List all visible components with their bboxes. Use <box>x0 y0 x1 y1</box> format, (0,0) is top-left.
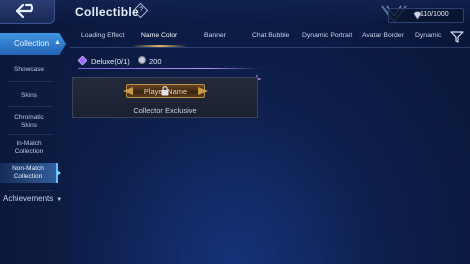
tab-avatar-border[interactable]: Avatar Border <box>362 32 404 39</box>
card-caption: Collector Exclusive <box>133 106 197 115</box>
sidebar-divider <box>8 190 53 191</box>
collection-counter: 110/1000 <box>388 8 464 23</box>
sidebar-item-non-match-collection[interactable]: Non-Match Collection <box>0 163 58 183</box>
sidebar-section-achievements[interactable]: Achievements ▼ <box>3 194 62 203</box>
lock-icon <box>161 86 169 96</box>
back-button[interactable] <box>0 0 55 24</box>
tab-name-color[interactable]: Name Color <box>141 32 177 39</box>
sidebar-divider <box>8 134 53 135</box>
sidebar-item-skins[interactable]: Skins <box>0 92 58 100</box>
sidebar-item-in-match-collection[interactable]: In-Match Collection <box>0 140 58 156</box>
chevron-up-icon: ▲ <box>54 39 61 46</box>
tab-dynamic-portrait[interactable]: Dynamic Portrait <box>302 32 352 39</box>
counter-value: 110/1000 <box>420 11 449 18</box>
category-tabs: Loading Effect Name Color Banner Chat Bu… <box>70 27 470 47</box>
achievements-label: Achievements <box>3 194 54 203</box>
chevron-down-icon: ▼ <box>56 197 63 203</box>
sidebar: Collection ▲ Showcase Skins Chromatic Sk… <box>0 30 70 264</box>
tab-banner[interactable]: Banner <box>204 32 226 39</box>
name-color-card[interactable]: Player Name Collector Exclusive <box>72 77 258 118</box>
sidebar-section-collection[interactable]: Collection ▲ <box>0 33 66 55</box>
coin-icon <box>138 56 146 64</box>
sidebar-section-label: Collection <box>14 39 50 48</box>
filter-icon[interactable] <box>450 31 464 43</box>
back-arrow-icon <box>15 3 34 19</box>
sidebar-divider <box>8 81 53 82</box>
tab-dynamic[interactable]: Dynamic <box>415 32 441 39</box>
deluxe-divider <box>78 68 262 69</box>
tab-chat-bubble[interactable]: Chat Bubble <box>252 32 289 39</box>
sidebar-item-showcase[interactable]: Showcase <box>0 66 58 74</box>
sidebar-item-chromatic-skins[interactable]: Chromatic Skins <box>0 114 58 130</box>
deluxe-cost: 200 <box>149 57 162 66</box>
tab-divider <box>70 47 470 48</box>
tab-loading-effect[interactable]: Loading Effect <box>81 32 124 39</box>
deluxe-gem-icon <box>78 56 87 65</box>
sidebar-divider <box>8 106 53 107</box>
deluxe-label: Deluxe(0/1) <box>91 57 130 66</box>
page-title: Collectible <box>75 5 139 19</box>
